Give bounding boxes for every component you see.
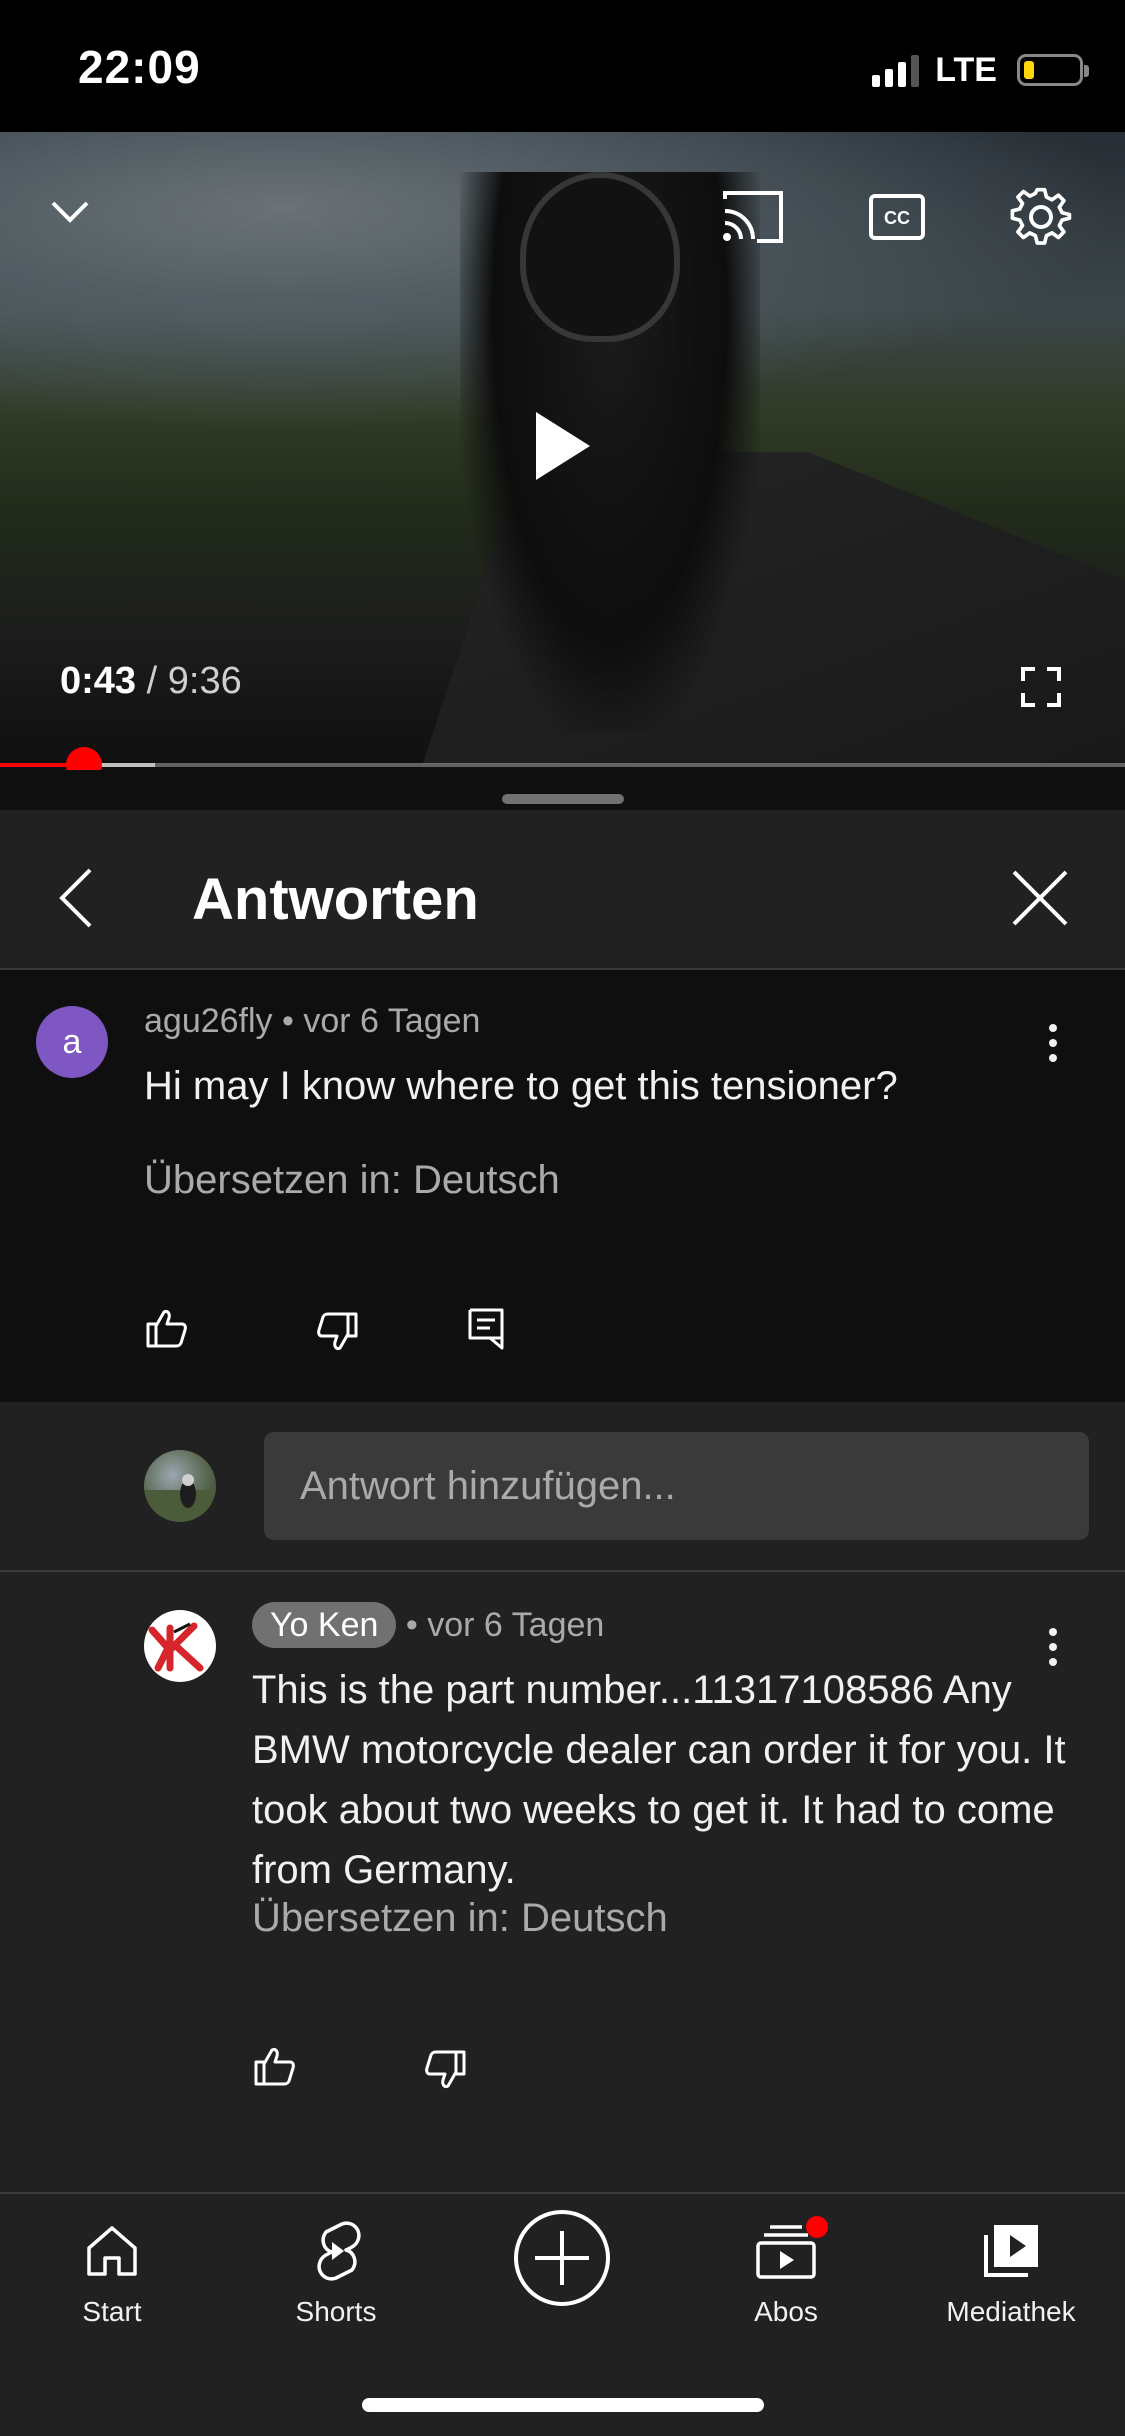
current-time: 0:43: [60, 660, 137, 702]
captions-icon[interactable]: CC: [862, 182, 932, 252]
avatar-letter: a: [62, 1022, 82, 1061]
reply-avatar[interactable]: [144, 1610, 216, 1682]
home-indicator[interactable]: [362, 2398, 764, 2412]
like-icon[interactable]: [146, 1308, 188, 1353]
reply-age: vor 6 Tagen: [427, 1606, 605, 1644]
reply-comment: Yo Ken • vor 6 Tagen This is the part nu…: [0, 1572, 1125, 2192]
home-icon: [32, 2216, 192, 2286]
reply-comment-icon[interactable]: [468, 1308, 504, 1355]
reply-like-icon[interactable]: [254, 2046, 296, 2091]
nav-abos[interactable]: Abos: [706, 2216, 866, 2328]
comment-author[interactable]: agu26fly: [144, 1002, 273, 1040]
subscriptions-icon: [706, 2216, 866, 2286]
user-avatar[interactable]: [144, 1450, 216, 1522]
parent-comment: a agu26fly • vor 6 Tagen Hi may I know w…: [0, 970, 1125, 1402]
reply-translate-link[interactable]: Übersetzen in: Deutsch: [252, 1896, 668, 1941]
video-progress-bar[interactable]: [0, 747, 1125, 783]
cellular-signal-icon: [872, 53, 920, 87]
svg-text:CC: CC: [884, 208, 910, 228]
play-icon[interactable]: [522, 406, 602, 486]
panel-title: Antworten: [192, 867, 479, 932]
video-player[interactable]: CC 0:43 / 9:36: [0, 132, 1125, 764]
library-icon: [931, 2216, 1091, 2286]
translate-link[interactable]: Übersetzen in: Deutsch: [144, 1158, 560, 1203]
status-indicators: LTE: [872, 48, 1089, 92]
comment-age: vor 6 Tagen: [303, 1002, 481, 1040]
nav-label-mediathek: Mediathek: [946, 2296, 1076, 2327]
minimize-chevron-icon[interactable]: [44, 186, 96, 238]
create-plus-icon: [482, 2208, 642, 2308]
reply-text: This is the part number...11317108586 An…: [252, 1668, 1066, 1892]
avatar[interactable]: a: [36, 1006, 108, 1078]
reply-dislike-icon[interactable]: [424, 2050, 466, 2095]
nav-label-shorts: Shorts: [295, 2296, 377, 2327]
time-separator: /: [136, 660, 168, 702]
more-options-icon[interactable]: [1048, 1024, 1058, 1062]
drag-handle[interactable]: [502, 794, 624, 804]
comment-text: Hi may I know where to get this tensione…: [144, 1064, 898, 1108]
nav-start[interactable]: Start: [32, 2216, 192, 2328]
nav-shorts[interactable]: Shorts: [256, 2216, 416, 2328]
reply-input[interactable]: Antwort hinzufügen...: [264, 1432, 1089, 1540]
comment-meta: agu26fly • vor 6 Tagen: [144, 1002, 481, 1040]
battery-icon: [1017, 54, 1089, 86]
video-timestamp: 0:43 / 9:36: [60, 660, 242, 703]
replies-panel: Antworten a agu26fly • vor 6 Tagen Hi ma…: [0, 770, 1125, 2192]
reply-more-options-icon[interactable]: [1048, 1628, 1058, 1666]
dislike-icon[interactable]: [316, 1312, 358, 1357]
nav-label-abos: Abos: [754, 2296, 818, 2327]
fullscreen-icon[interactable]: [1016, 662, 1066, 712]
notification-dot: [806, 2216, 828, 2238]
video-duration: 9:36: [167, 660, 242, 702]
close-icon[interactable]: [1010, 868, 1070, 933]
status-bar: 22:09 LTE: [0, 0, 1125, 132]
panel-header: Antworten: [0, 810, 1125, 970]
cast-icon[interactable]: [718, 182, 788, 252]
shorts-icon: [256, 2216, 416, 2286]
reply-meta: Yo Ken • vor 6 Tagen: [252, 1602, 605, 1648]
reply-input-bar: Antwort hinzufügen...: [0, 1402, 1125, 1572]
back-arrow-icon[interactable]: [56, 866, 96, 935]
nav-label-start: Start: [82, 2296, 142, 2327]
nav-create[interactable]: [482, 2208, 642, 2308]
network-type: LTE: [935, 50, 997, 89]
status-time: 22:09: [78, 41, 201, 93]
creator-badge[interactable]: Yo Ken: [252, 1602, 397, 1648]
settings-gear-icon[interactable]: [1004, 180, 1078, 254]
nav-mediathek[interactable]: Mediathek: [931, 2216, 1091, 2328]
